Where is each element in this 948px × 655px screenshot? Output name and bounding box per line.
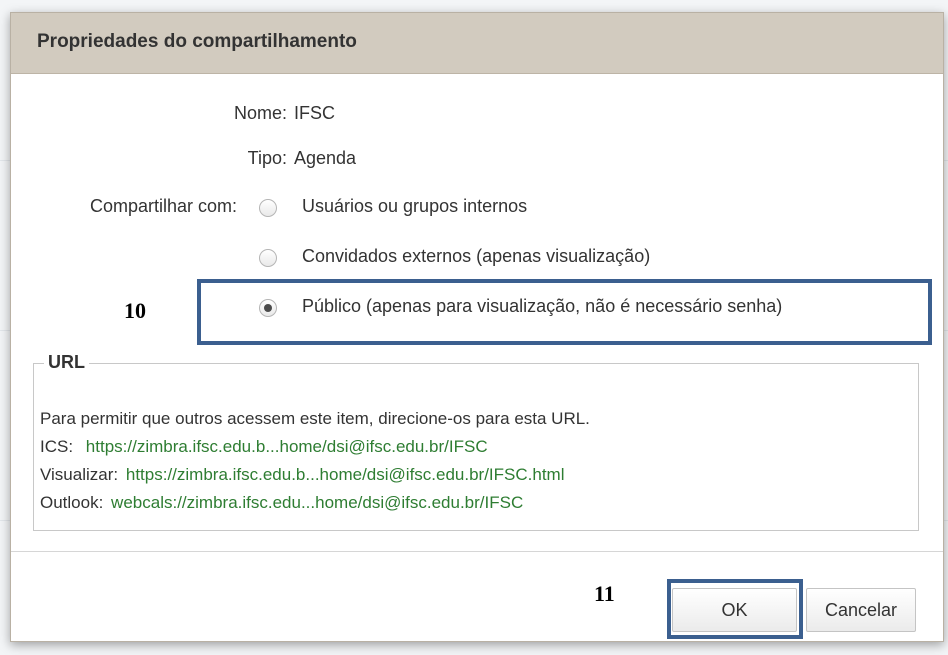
dialog-title: Propriedades do compartilhamento [37, 31, 357, 52]
url-fieldset: URL Para permitir que outros acessem est… [33, 352, 919, 531]
ics-label: ICS: [40, 437, 74, 456]
share-option-internal-label[interactable]: Usuários ou grupos internos [302, 196, 527, 217]
url-legend: URL [44, 352, 89, 373]
dialog-titlebar[interactable]: Propriedades do compartilhamento [11, 13, 943, 74]
share-with-label: Compartilhar com: [89, 196, 237, 216]
footer-divider [11, 551, 943, 552]
url-row-ics: ICS: https://zimbra.ifsc.edu.b...home/ds… [40, 437, 488, 457]
share-option-external-label[interactable]: Convidados externos (apenas visualização… [302, 246, 650, 267]
url-row-view: Visualizar: https://zimbra.ifsc.edu.b...… [40, 465, 565, 485]
ics-link[interactable]: https://zimbra.ifsc.edu.b...home/dsi@ifs… [86, 437, 488, 456]
share-properties-dialog: Propriedades do compartilhamento Nome: I… [10, 12, 944, 642]
step-callout-11: 11 [594, 581, 615, 606]
outlook-link[interactable]: webcals://zimbra.ifsc.edu...home/dsi@ifs… [111, 493, 523, 512]
cancel-button[interactable]: Cancelar [806, 588, 916, 632]
radio-internal[interactable] [259, 199, 277, 217]
view-link[interactable]: https://zimbra.ifsc.edu.b...home/dsi@ifs… [126, 465, 565, 484]
name-label: Nome: [233, 103, 287, 123]
type-value: Agenda [294, 148, 357, 168]
outlook-label: Outlook: [40, 493, 104, 512]
name-value: IFSC [294, 103, 336, 123]
url-row-outlook: Outlook: webcals://zimbra.ifsc.edu...hom… [40, 493, 523, 513]
type-label: Tipo: [247, 148, 287, 168]
step-callout-10: 10 [124, 298, 146, 323]
view-label: Visualizar: [40, 465, 119, 484]
public-option-highlight [197, 279, 932, 345]
radio-external[interactable] [259, 249, 277, 267]
ok-button-highlight [667, 579, 803, 639]
url-intro-text: Para permitir que outros acessem este it… [40, 409, 590, 428]
